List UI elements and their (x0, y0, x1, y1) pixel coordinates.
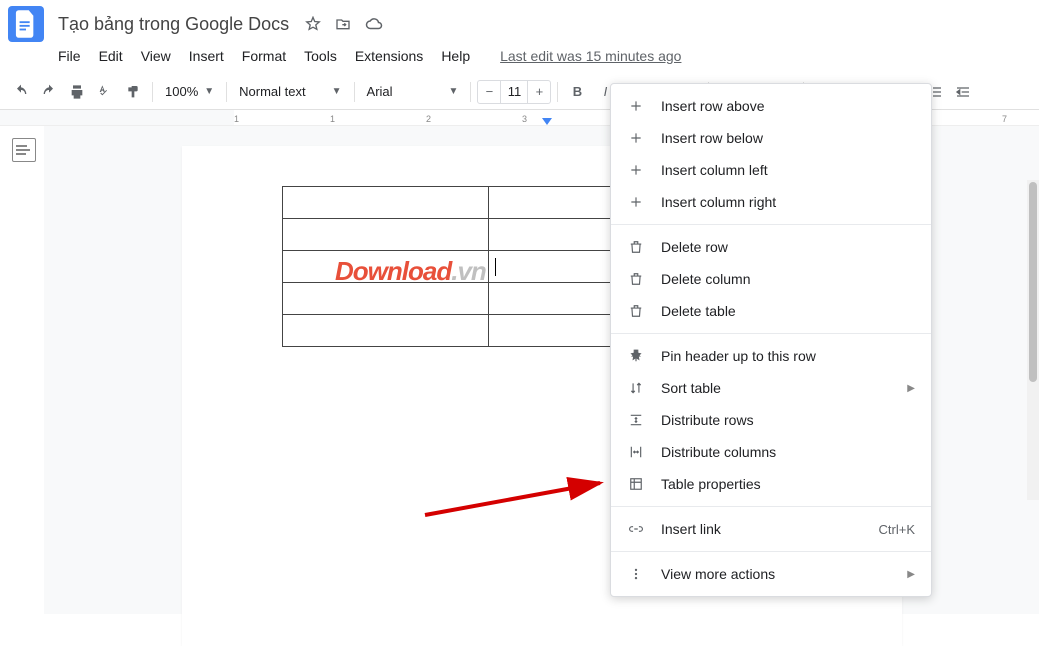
link-icon (625, 519, 647, 539)
ctx-insert-row-below[interactable]: Insert row below (611, 122, 931, 154)
sort-icon (625, 378, 647, 398)
menu-file[interactable]: File (50, 44, 89, 68)
ctx-insert-col-left[interactable]: Insert column left (611, 154, 931, 186)
ctx-dist-rows[interactable]: Distribute rows (611, 404, 931, 436)
ctx-insert-col-right[interactable]: Insert column right (611, 186, 931, 218)
ruler-indent-marker[interactable] (542, 118, 552, 125)
menu-format[interactable]: Format (234, 44, 294, 68)
distribute-rows-icon (625, 410, 647, 430)
trash-icon (625, 301, 647, 321)
plus-icon (625, 192, 647, 212)
ctx-delete-table[interactable]: Delete table (611, 295, 931, 327)
menu-tools[interactable]: Tools (296, 44, 345, 68)
shortcut-label: Ctrl+K (879, 522, 915, 537)
ctx-pin-header[interactable]: Pin header up to this row (611, 340, 931, 372)
style-select[interactable]: Normal text▼ (233, 79, 347, 105)
plus-icon (625, 96, 647, 116)
trash-icon (625, 237, 647, 257)
docs-logo[interactable] (8, 6, 44, 42)
more-icon (625, 564, 647, 584)
star-icon[interactable] (305, 16, 321, 32)
print-button[interactable] (64, 79, 90, 105)
menu-insert[interactable]: Insert (181, 44, 232, 68)
zoom-select[interactable]: 100%▼ (159, 79, 220, 105)
plus-icon (625, 160, 647, 180)
distribute-cols-icon (625, 442, 647, 462)
table-icon (625, 474, 647, 494)
outline-toggle[interactable] (12, 138, 36, 162)
vertical-scrollbar[interactable] (1027, 180, 1039, 500)
paint-format-button[interactable] (120, 79, 146, 105)
font-size-increase[interactable]: + (528, 81, 550, 103)
context-menu: Insert row above Insert row below Insert… (610, 83, 932, 597)
redo-button[interactable] (36, 79, 62, 105)
submenu-arrow-icon: ▶ (907, 569, 915, 580)
bold-button[interactable]: B (564, 79, 590, 105)
scroll-thumb[interactable] (1029, 182, 1037, 382)
ctx-insert-link[interactable]: Insert link Ctrl+K (611, 513, 931, 545)
menu-help[interactable]: Help (433, 44, 478, 68)
undo-button[interactable] (8, 79, 34, 105)
last-edit-link[interactable]: Last edit was 15 minutes ago (492, 44, 689, 68)
ctx-table-props[interactable]: Table properties (611, 468, 931, 500)
ctx-sort-table[interactable]: Sort table ▶ (611, 372, 931, 404)
indent-decrease-button[interactable] (950, 79, 976, 105)
cloud-icon[interactable] (365, 16, 383, 32)
pin-icon (625, 346, 647, 366)
plus-icon (625, 128, 647, 148)
ctx-dist-cols[interactable]: Distribute columns (611, 436, 931, 468)
menubar: File Edit View Insert Format Tools Exten… (0, 44, 1039, 74)
trash-icon (625, 269, 647, 289)
menu-edit[interactable]: Edit (91, 44, 131, 68)
menu-view[interactable]: View (133, 44, 179, 68)
ctx-insert-row-above[interactable]: Insert row above (611, 90, 931, 122)
font-select[interactable]: Arial▼ (361, 79, 465, 105)
submenu-arrow-icon: ▶ (907, 383, 915, 394)
ctx-view-more[interactable]: View more actions ▶ (611, 558, 931, 590)
ctx-delete-col[interactable]: Delete column (611, 263, 931, 295)
doc-title[interactable]: Tạo bảng trong Google Docs (54, 12, 293, 37)
menu-extensions[interactable]: Extensions (347, 44, 431, 68)
move-icon[interactable] (335, 16, 351, 32)
font-size-decrease[interactable]: − (478, 81, 500, 103)
ctx-delete-row[interactable]: Delete row (611, 231, 931, 263)
spellcheck-button[interactable] (92, 79, 118, 105)
font-size-value[interactable]: 11 (500, 81, 528, 103)
